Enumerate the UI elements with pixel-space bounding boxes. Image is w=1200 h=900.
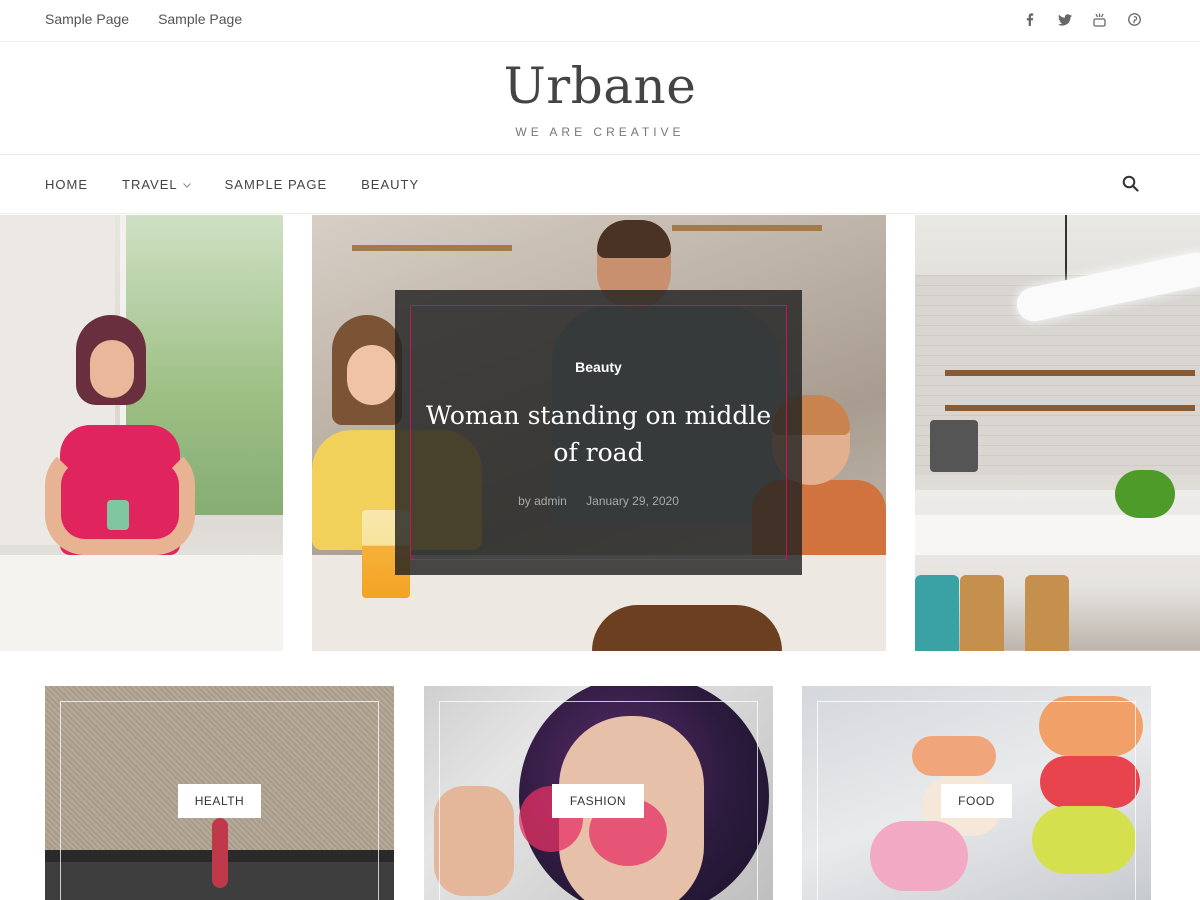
nav-menu: HOME TRAVEL SAMPLE PAGE BEAUTY — [45, 177, 453, 192]
pinterest-icon[interactable] — [1127, 12, 1142, 27]
site-branding: Urbane WE ARE CREATIVE — [0, 43, 1200, 155]
post-date[interactable]: January 29, 2020 — [586, 494, 679, 508]
slide-image-right[interactable] — [915, 215, 1200, 651]
site-tagline: WE ARE CREATIVE — [515, 125, 685, 139]
nav-item-travel[interactable]: TRAVEL — [122, 177, 191, 192]
chevron-down-icon — [182, 180, 191, 190]
post-author[interactable]: by admin — [518, 494, 567, 508]
youtube-icon[interactable] — [1092, 12, 1107, 27]
nav-item-beauty[interactable]: BEAUTY — [361, 177, 419, 192]
category-label-health[interactable]: HEALTH — [178, 784, 261, 818]
top-link-sample-page-1[interactable]: Sample Page — [45, 11, 129, 27]
slide-image-left[interactable] — [0, 215, 283, 651]
search-icon[interactable] — [1122, 175, 1140, 193]
featured-category-link[interactable]: Beauty — [395, 359, 802, 375]
plant-image — [1115, 470, 1175, 518]
category-card-health[interactable]: HEALTH — [45, 686, 394, 900]
nav-item-label: BEAUTY — [361, 177, 420, 192]
top-bar: Sample Page Sample Page — [0, 0, 1200, 42]
category-card-fashion[interactable]: FASHION — [424, 686, 773, 900]
top-link-sample-page-2[interactable]: Sample Page — [158, 11, 242, 27]
nav-item-label: SAMPLE PAGE — [224, 177, 328, 192]
top-links: Sample Page Sample Page — [45, 11, 242, 27]
woman-with-phone-image — [40, 315, 200, 595]
nav-item-label: HOME — [45, 177, 88, 192]
featured-post-meta: by admin January 29, 2020 — [395, 494, 802, 508]
twitter-icon[interactable] — [1057, 12, 1072, 27]
site-title[interactable]: Urbane — [0, 57, 1200, 115]
main-navigation: HOME TRAVEL SAMPLE PAGE BEAUTY — [0, 156, 1200, 214]
featured-slide[interactable]: Beauty Woman standing on middle of road … — [312, 215, 886, 651]
nav-item-home[interactable]: HOME — [45, 177, 88, 192]
nav-item-sample-page[interactable]: SAMPLE PAGE — [225, 177, 328, 192]
social-links — [1022, 12, 1142, 27]
featured-post-overlay: Beauty Woman standing on middle of road … — [395, 290, 802, 575]
category-label-fashion[interactable]: FASHION — [552, 784, 644, 818]
category-label-food[interactable]: FOOD — [941, 784, 1012, 818]
nav-item-label: TRAVEL — [122, 177, 178, 192]
featured-post-title[interactable]: Woman standing on middle of road — [425, 397, 772, 471]
facebook-icon[interactable] — [1022, 12, 1037, 27]
category-card-food[interactable]: FOOD — [802, 686, 1151, 900]
